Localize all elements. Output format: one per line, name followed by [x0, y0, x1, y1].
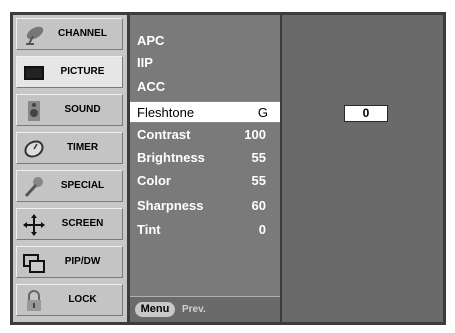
menu-footer: Menu Prev. — [130, 296, 280, 322]
tab-label: TIMER — [66, 142, 99, 153]
tab-label: SPECIAL — [60, 180, 105, 191]
item-label: Tint — [137, 222, 161, 237]
item-value: 55 — [251, 150, 266, 165]
menu-item-contrast[interactable]: Contrast 100 — [130, 124, 280, 146]
tab-pip-dw[interactable]: PIP/DW — [16, 246, 123, 278]
tab-picture[interactable]: PICTURE — [16, 56, 123, 88]
move-arrows-icon — [23, 214, 45, 236]
prev-hint: Prev. — [182, 304, 206, 315]
menu-item-sharpness[interactable]: Sharpness 60 — [130, 195, 280, 217]
menu-item-iip[interactable]: IIP — [130, 52, 280, 74]
item-label: Sharpness — [137, 198, 204, 213]
item-label: IIP — [137, 55, 153, 70]
menu-item-tint[interactable]: Tint 0 — [130, 219, 280, 241]
picture-settings-list: APC IIP ACC Fleshtone G Contrast 100 Bri… — [130, 15, 280, 322]
speaker-icon — [28, 101, 40, 121]
item-label: Brightness — [137, 150, 205, 165]
tab-label: LOCK — [68, 294, 97, 305]
osd-menu: CHANNEL PICTURE SOUND TIMER SPECIAL SCRE… — [10, 12, 446, 325]
menu-item-acc[interactable]: ACC — [130, 76, 280, 98]
tab-label: PICTURE — [60, 66, 105, 77]
screen-icon — [24, 66, 44, 80]
tab-timer[interactable]: TIMER — [16, 132, 123, 164]
tab-screen[interactable]: SCREEN — [16, 208, 123, 240]
tab-label: CHANNEL — [58, 28, 107, 39]
tab-label: SCREEN — [61, 218, 104, 229]
item-label: ACC — [137, 79, 166, 94]
adjust-panel: 0 — [282, 15, 443, 322]
category-tabs: CHANNEL PICTURE SOUND TIMER SPECIAL SCRE… — [13, 15, 127, 322]
tab-label: PIP/DW — [64, 256, 101, 267]
padlock-icon — [27, 290, 41, 311]
item-value: G — [257, 105, 268, 120]
menu-item-brightness[interactable]: Brightness 55 — [130, 147, 280, 169]
satellite-dish-icon — [26, 26, 44, 45]
tab-lock[interactable]: LOCK — [16, 284, 123, 316]
menu-item-color[interactable]: Color 55 — [130, 170, 280, 192]
item-value: 60 — [251, 198, 266, 213]
tab-channel[interactable]: CHANNEL — [16, 18, 123, 50]
fleshtone-value-box[interactable]: 0 — [344, 105, 388, 122]
item-label: Fleshtone — [137, 105, 195, 120]
menu-button[interactable]: Menu — [135, 302, 175, 317]
pip-icon — [23, 254, 45, 273]
tab-label: SOUND — [64, 104, 101, 115]
tab-sound[interactable]: SOUND — [16, 94, 123, 126]
item-label: APC — [137, 33, 165, 48]
menu-item-apc[interactable]: APC — [130, 30, 280, 52]
item-label: Color — [137, 173, 171, 188]
tab-special[interactable]: SPECIAL — [16, 170, 123, 202]
item-value: 100 — [244, 127, 266, 142]
item-value: 55 — [251, 173, 266, 188]
wrench-icon — [24, 177, 43, 198]
clock-icon — [24, 140, 44, 158]
item-label: Contrast — [137, 127, 191, 142]
menu-item-fleshtone[interactable]: Fleshtone G — [130, 101, 280, 123]
item-value: 0 — [258, 222, 266, 237]
